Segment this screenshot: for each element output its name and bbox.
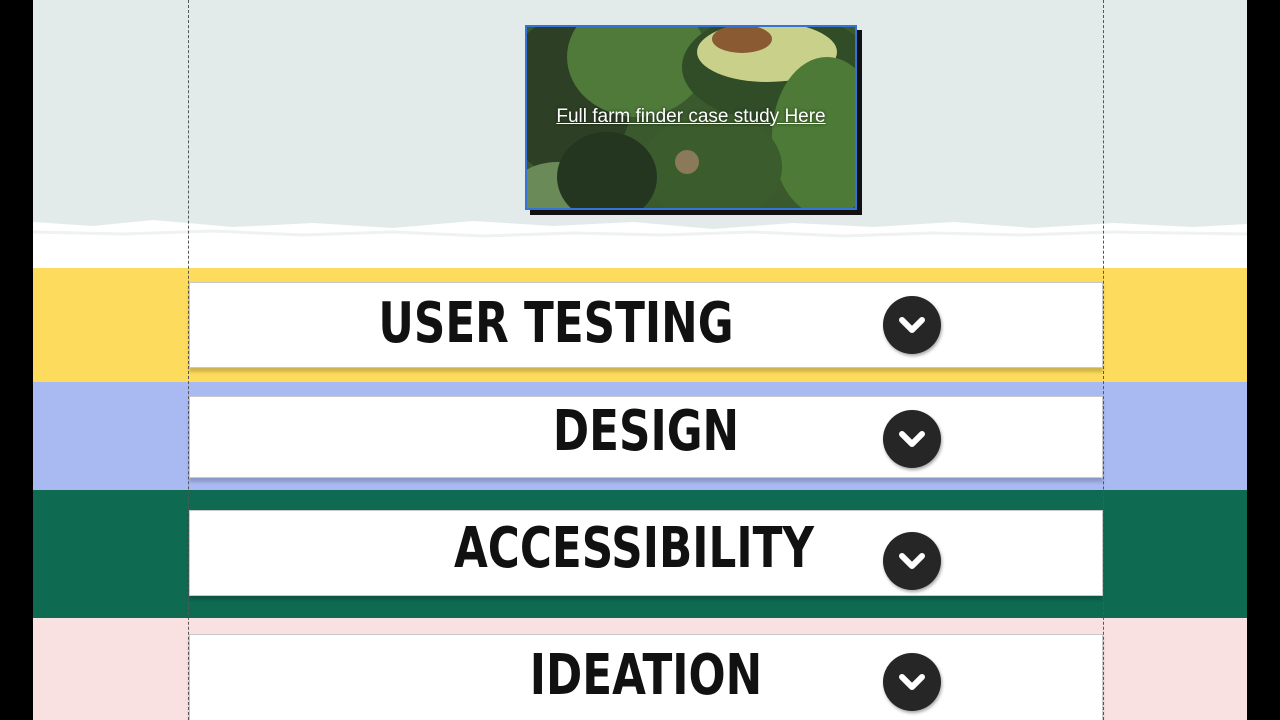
page: Full farm finder case study Here USER TE… [33,0,1247,720]
accordion-accessibility[interactable]: ACCESSIBILITY [189,510,1103,596]
accordion-ideation[interactable]: IDEATION [189,634,1103,720]
chevron-down-icon[interactable] [883,653,941,711]
chevron-down-icon[interactable] [883,410,941,468]
chevron-down-icon[interactable] [883,532,941,590]
layout-guide-right [1103,0,1104,720]
case-study-link[interactable]: Full farm finder case study Here [556,106,825,128]
torn-paper-edge [33,220,1247,254]
case-study-card[interactable]: Full farm finder case study Here [525,25,857,210]
layout-guide-left [188,0,189,720]
chevron-down-icon[interactable] [883,296,941,354]
accordion-user-testing[interactable]: USER TESTING [189,282,1103,368]
section-title: USER TESTING [378,291,734,356]
accordion-design[interactable]: DESIGN [189,396,1103,478]
